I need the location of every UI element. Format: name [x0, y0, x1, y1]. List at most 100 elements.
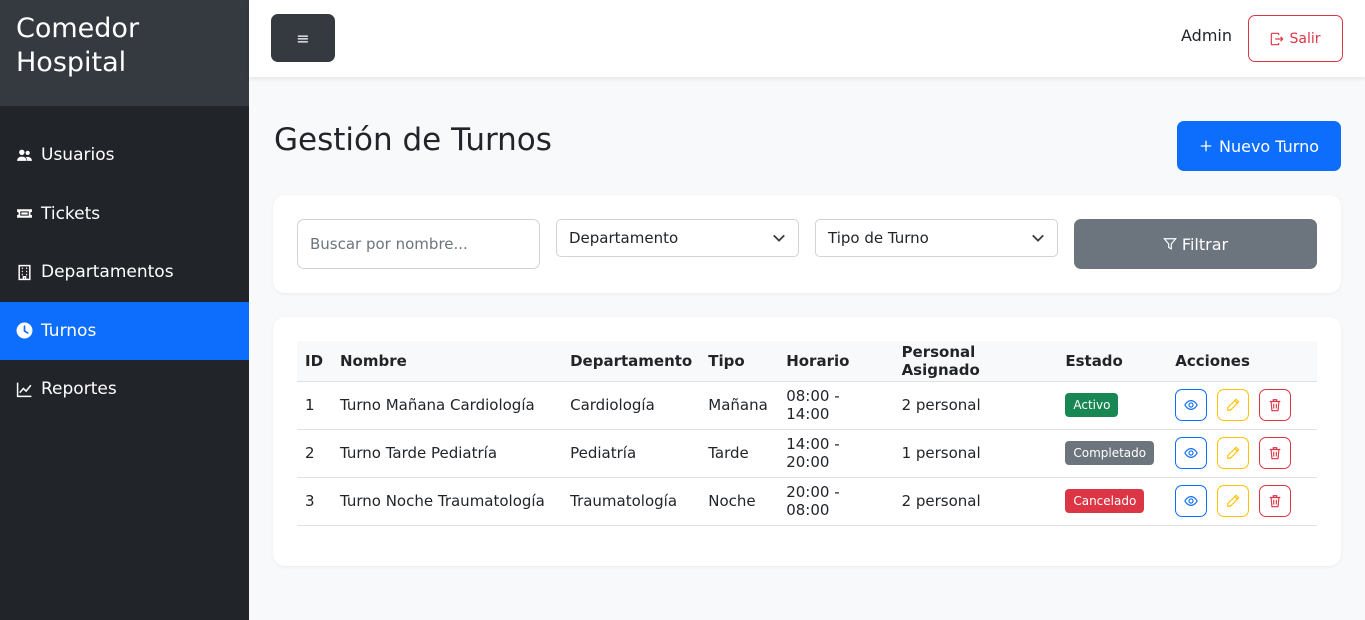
sidebar-item-label: Usuarios [41, 145, 115, 166]
cell-status: Completado [1057, 429, 1168, 478]
department-select-value: Departamento [569, 229, 679, 247]
cell-schedule: 20:00 - 08:00 [778, 477, 894, 526]
sidebar-item-departamentos[interactable]: Departamentos [0, 243, 249, 302]
filter-button[interactable]: Filtrar [1074, 219, 1317, 269]
cell-type: Tarde [700, 429, 779, 478]
new-shift-button[interactable]: Nuevo Turno [1177, 121, 1341, 171]
pencil-icon [1226, 398, 1240, 412]
column-header: ID [297, 341, 332, 382]
eye-icon [1184, 494, 1199, 508]
pencil-icon [1226, 494, 1240, 508]
cell-type: Noche [700, 477, 779, 526]
shift-type-select-value: Tipo de Turno [828, 229, 929, 247]
shift-type-select[interactable]: Tipo de Turno [815, 219, 1058, 257]
cell-name: Turno Mañana Cardiología [331, 381, 563, 430]
trash-icon [1268, 446, 1282, 460]
users-icon [15, 146, 33, 164]
sidebar-item-label: Reportes [41, 379, 117, 400]
sidebar-item-label: Tickets [41, 203, 101, 224]
building-icon [15, 263, 33, 281]
chevron-down-icon [1031, 231, 1045, 245]
logout-icon [1270, 32, 1284, 46]
cell-schedule: 14:00 - 20:00 [778, 429, 894, 478]
trash-icon [1268, 398, 1282, 412]
user-name: Admin [1181, 26, 1232, 45]
filter-button-label: Filtrar [1181, 234, 1229, 254]
chart-line-icon [15, 380, 33, 398]
shifts-table-card: ID Nombre Departamento Tipo Horario Pers… [273, 317, 1341, 566]
sidebar-nav: Usuarios Tickets Departamentos Turnos Re… [0, 106, 249, 419]
eye-icon [1184, 446, 1199, 460]
column-header: Nombre [331, 341, 563, 382]
cell-staff: 1 personal [893, 429, 1058, 478]
table-row: 2 Turno Tarde Pediatría Pediatría Tarde … [297, 429, 1317, 478]
sidebar-item-tickets[interactable]: Tickets [0, 185, 249, 244]
sidebar-item-turnos[interactable]: Turnos [0, 301, 249, 360]
cell-name: Turno Tarde Pediatría [331, 429, 563, 478]
cell-status: Activo [1057, 381, 1168, 430]
cell-department: Pediatría [562, 429, 701, 478]
column-header: Estado [1057, 341, 1168, 382]
shifts-table: ID Nombre Departamento Tipo Horario Pers… [297, 341, 1317, 526]
brand-title: Comedor Hospital [16, 13, 140, 78]
column-header: Personal Asignado [893, 341, 1058, 382]
cell-staff: 2 personal [893, 477, 1058, 526]
search-input[interactable] [297, 219, 540, 269]
view-button[interactable] [1175, 389, 1208, 421]
column-header: Horario [778, 341, 894, 382]
cell-status: Cancelado [1057, 477, 1168, 526]
chevron-down-icon [772, 231, 786, 245]
column-header: Departamento [562, 341, 701, 382]
pencil-icon [1226, 446, 1240, 460]
cell-actions [1167, 381, 1317, 430]
status-badge: Completado [1065, 441, 1155, 465]
view-button[interactable] [1175, 485, 1208, 517]
topbar: ≡ Admin Salir [249, 0, 1365, 77]
brand: Comedor Hospital [0, 0, 249, 106]
logout-button[interactable]: Salir [1248, 15, 1343, 62]
edit-button[interactable] [1217, 485, 1250, 517]
cell-type: Mañana [700, 381, 779, 430]
trash-icon [1268, 494, 1282, 508]
sidebar-item-label: Departamentos [41, 262, 174, 283]
cell-department: Cardiología [562, 381, 701, 430]
edit-button[interactable] [1217, 437, 1250, 469]
cell-actions [1167, 477, 1317, 526]
clock-icon [15, 322, 33, 340]
delete-button[interactable] [1259, 437, 1292, 469]
logout-label: Salir [1289, 30, 1321, 47]
cell-id: 3 [297, 477, 332, 526]
table-row: 1 Turno Mañana Cardiología Cardiología M… [297, 381, 1317, 430]
cell-id: 1 [297, 381, 332, 430]
delete-button[interactable] [1259, 485, 1292, 517]
edit-button[interactable] [1217, 389, 1250, 421]
page-title: Gestión de Turnos [274, 122, 552, 158]
sidebar-item-reportes[interactable]: Reportes [0, 360, 249, 419]
cell-staff: 2 personal [893, 381, 1058, 430]
column-header: Tipo [700, 341, 779, 382]
ticket-icon [15, 205, 33, 223]
delete-button[interactable] [1259, 389, 1292, 421]
table-row: 3 Turno Noche Traumatología Traumatologí… [297, 477, 1317, 526]
plus-icon [1199, 139, 1213, 153]
sidebar: Comedor Hospital Usuarios Tickets Depart… [0, 0, 249, 620]
department-select[interactable]: Departamento [556, 219, 799, 257]
cell-schedule: 08:00 - 14:00 [778, 381, 894, 430]
filter-card: Departamento Tipo de Turno Filtrar [273, 195, 1341, 293]
sidebar-item-usuarios[interactable]: Usuarios [0, 126, 249, 185]
cell-actions [1167, 429, 1317, 478]
status-badge: Activo [1065, 393, 1119, 417]
cell-id: 2 [297, 429, 332, 478]
cell-name: Turno Noche Traumatología [331, 477, 563, 526]
funnel-icon [1163, 237, 1177, 251]
menu-toggle-button[interactable]: ≡ [271, 14, 335, 62]
cell-department: Traumatología [562, 477, 701, 526]
eye-icon [1184, 398, 1199, 412]
sidebar-item-label: Turnos [41, 320, 97, 341]
status-badge: Cancelado [1065, 489, 1145, 513]
table-header-row: ID Nombre Departamento Tipo Horario Pers… [297, 341, 1317, 382]
hamburger-icon: ≡ [296, 28, 310, 48]
column-header: Acciones [1167, 341, 1317, 382]
new-shift-label: Nuevo Turno [1218, 136, 1319, 156]
view-button[interactable] [1175, 437, 1208, 469]
